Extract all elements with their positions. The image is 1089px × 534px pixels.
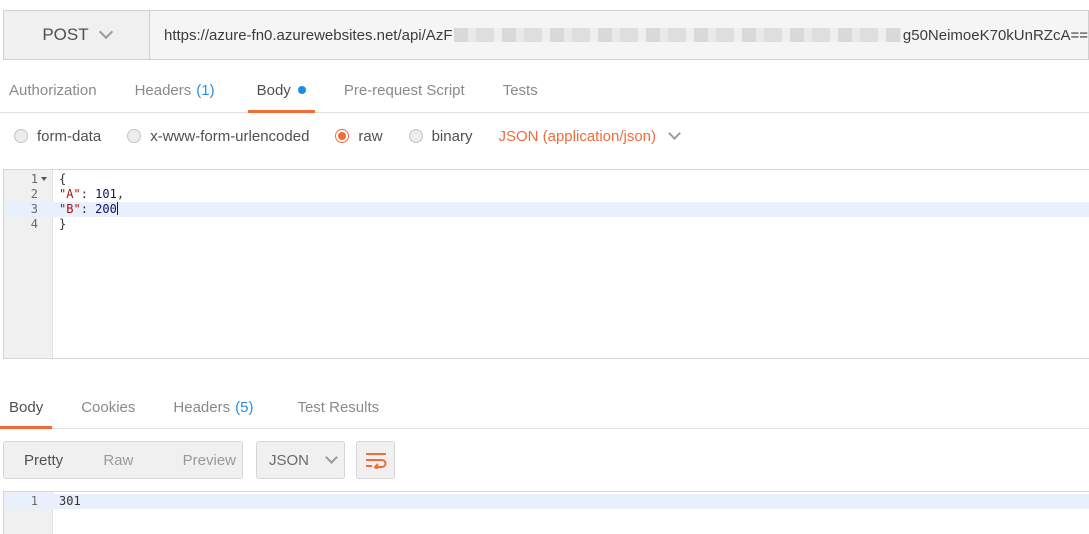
url-suffix: g50NeimoeK70kUnRZcA== xyxy=(902,26,1088,44)
tab-label: Body xyxy=(256,81,291,99)
json-separator: : xyxy=(80,187,96,201)
radio-binary[interactable]: binary xyxy=(408,127,473,145)
code-text: } xyxy=(59,217,67,231)
line-number: 1 xyxy=(30,172,38,186)
content-type-label: JSON (application/json) xyxy=(498,127,657,145)
line-number: 3 xyxy=(30,202,38,216)
method-select[interactable]: POST xyxy=(3,10,149,60)
radio-circle-icon xyxy=(14,129,28,143)
tab-label: Cookies xyxy=(81,398,136,416)
tab-headers[interactable]: Headers (1) xyxy=(126,68,224,112)
mode-preview[interactable]: Preview xyxy=(163,452,242,469)
tab-test-results[interactable]: Test Results xyxy=(288,386,388,428)
tab-authorization[interactable]: Authorization xyxy=(0,68,106,112)
line-number: 2 xyxy=(30,187,38,201)
text-cursor xyxy=(116,202,118,215)
radio-urlencoded[interactable]: x-www-form-urlencoded xyxy=(127,128,309,145)
chevron-down-icon xyxy=(325,451,338,464)
wrap-lines-button[interactable] xyxy=(356,441,395,479)
tab-pre-request-script[interactable]: Pre-request Script xyxy=(335,68,474,112)
request-url-bar: POST https://azure-fn0.azurewebsites.net… xyxy=(3,10,1089,60)
mode-pretty[interactable]: Pretty xyxy=(4,452,83,469)
code-line: 1 { xyxy=(4,172,1089,187)
tab-label: Headers xyxy=(173,398,231,416)
code-text: { xyxy=(59,172,67,186)
request-tabs: Authorization Headers (1) Body Pre-reque… xyxy=(0,68,1089,113)
fold-arrow-icon[interactable] xyxy=(41,177,47,181)
mode-raw[interactable]: Raw xyxy=(83,452,162,469)
url-prefix: https://azure-fn0.azurewebsites.net/api/… xyxy=(164,26,453,44)
tab-response-headers[interactable]: Headers (5) xyxy=(164,386,262,428)
code-line: 4 } xyxy=(4,217,1089,232)
radio-label: x-www-form-urlencoded xyxy=(150,127,310,145)
tab-response-body[interactable]: Body xyxy=(0,386,53,429)
code-line: 2 "A": 101, xyxy=(4,187,1089,202)
radio-circle-icon xyxy=(127,129,142,143)
radio-form-data[interactable]: form-data xyxy=(14,128,101,145)
code-text: "A": 101, xyxy=(59,187,124,202)
radio-label: binary xyxy=(431,127,473,145)
json-value: 200 xyxy=(95,202,117,216)
tab-label: Pre-request Script xyxy=(343,81,465,99)
radio-circle-icon xyxy=(408,129,423,143)
response-tabs: Body Cookies Headers (5) Test Results xyxy=(0,386,1089,429)
radio-label: form-data xyxy=(37,127,102,145)
redacted-url-segment xyxy=(454,28,901,42)
body-type-selector: form-data x-www-form-urlencoded raw bina… xyxy=(14,122,681,150)
code-text: "B": 200 xyxy=(59,202,118,217)
modified-dot-icon xyxy=(297,86,306,94)
radio-selected-icon xyxy=(335,129,350,143)
tab-cookies[interactable]: Cookies xyxy=(72,386,144,428)
tab-label: Body xyxy=(9,398,44,416)
chevron-down-icon xyxy=(98,24,113,40)
response-value: 301 xyxy=(59,494,81,508)
method-label: POST xyxy=(42,25,89,44)
json-key: "B" xyxy=(59,202,81,216)
radio-label: raw xyxy=(358,127,383,145)
tab-label: Tests xyxy=(502,81,538,99)
wrap-lines-icon xyxy=(365,453,386,469)
response-body-viewer[interactable]: 1 301 xyxy=(3,491,1089,534)
tab-tests[interactable]: Tests xyxy=(494,68,547,112)
chevron-down-icon xyxy=(668,127,681,140)
code-line-active: 3 "B": 200 xyxy=(4,202,1089,217)
json-key: "A" xyxy=(59,187,81,201)
format-label: JSON xyxy=(269,451,310,469)
code-line-active: 1 301 xyxy=(4,494,1089,509)
tab-label: Authorization xyxy=(9,81,97,99)
json-punctuation: , xyxy=(116,187,125,201)
radio-raw[interactable]: raw xyxy=(335,127,383,145)
line-number: 4 xyxy=(30,217,38,231)
tab-label: Headers xyxy=(134,81,192,99)
tab-body[interactable]: Body xyxy=(247,68,316,113)
json-value: 101 xyxy=(95,187,117,201)
content-type-dropdown[interactable]: JSON (application/json) xyxy=(498,127,681,145)
response-view-mode: Pretty Raw Preview xyxy=(3,441,243,479)
response-format-dropdown[interactable]: JSON xyxy=(256,441,345,479)
headers-count-badge: (1) xyxy=(196,81,215,99)
request-body-editor[interactable]: 1 { 2 "A": 101, 3 "B": 200 4 } xyxy=(3,169,1089,359)
line-number: 1 xyxy=(30,494,38,508)
json-separator: : xyxy=(80,202,96,216)
url-input[interactable]: https://azure-fn0.azurewebsites.net/api/… xyxy=(149,10,1089,60)
tab-label: Test Results xyxy=(297,398,380,416)
headers-count-badge: (5) xyxy=(235,398,254,416)
